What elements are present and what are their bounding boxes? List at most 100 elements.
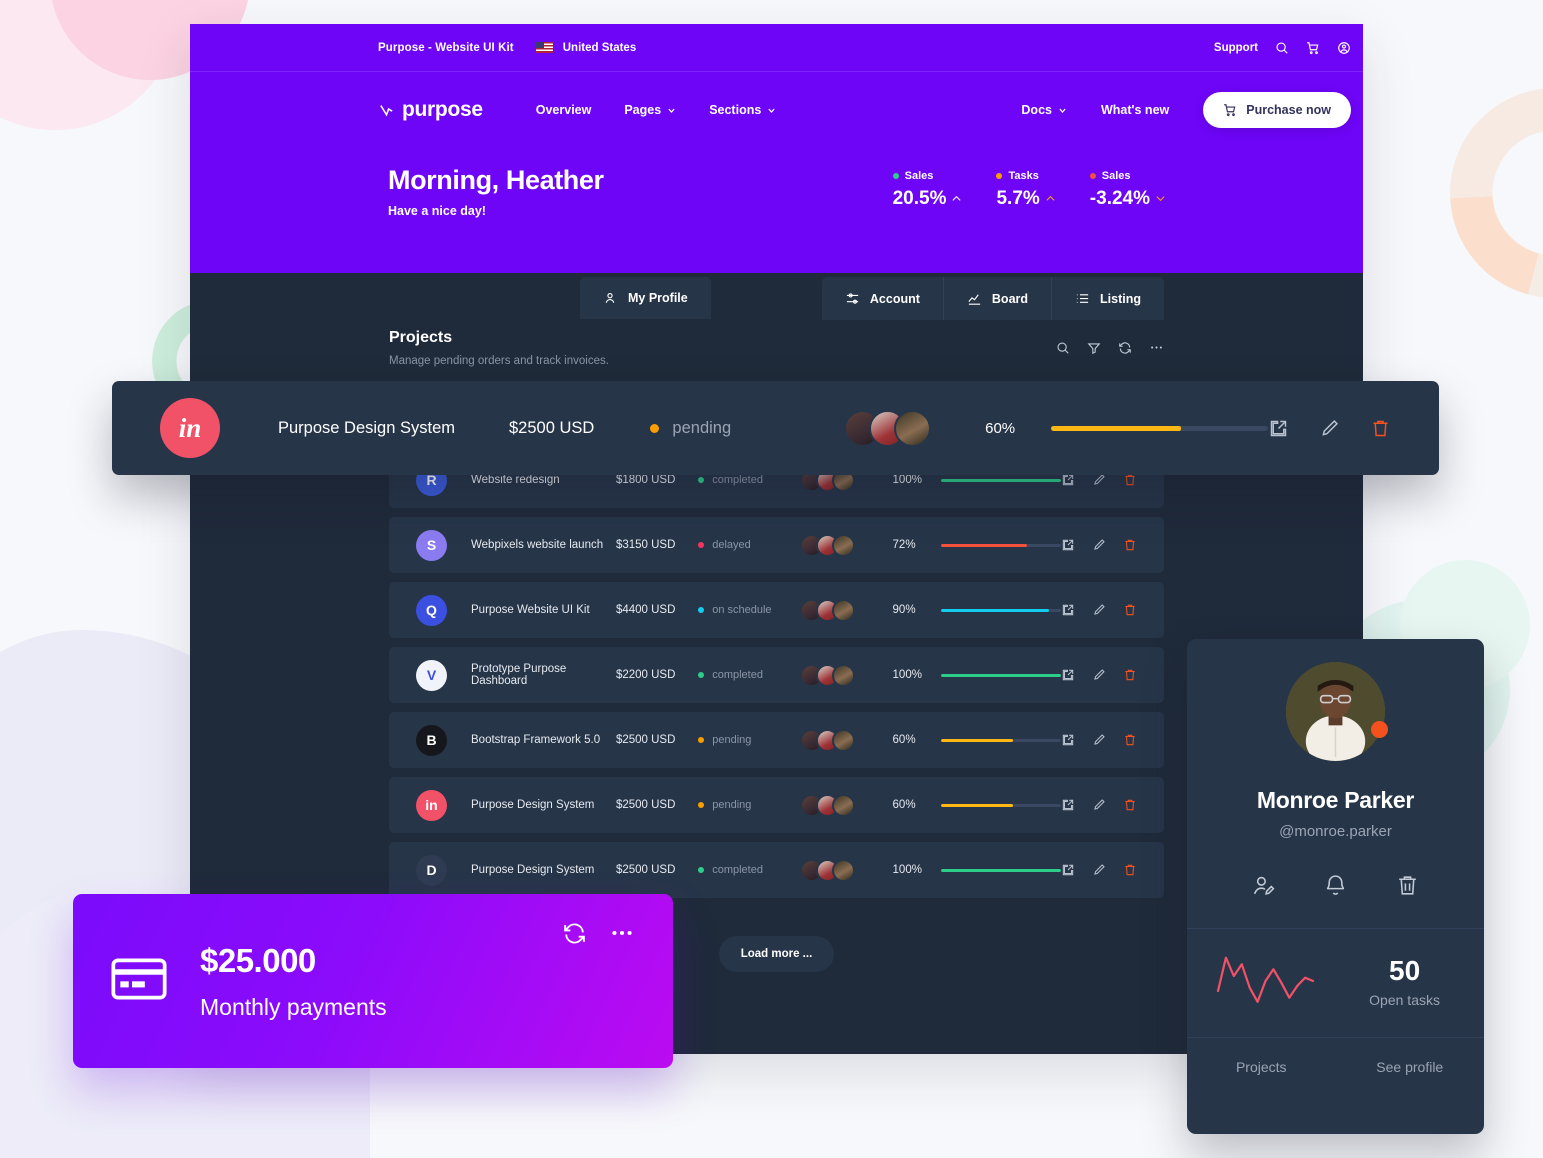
delete-icon[interactable] — [1123, 603, 1137, 617]
more-icon[interactable] — [1149, 340, 1164, 355]
payments-label: Monthly payments — [200, 993, 387, 1020]
delete-icon[interactable] — [1123, 668, 1137, 682]
nav-link-docs[interactable]: Docs — [1021, 103, 1067, 117]
profile-footer: Projects See profile — [1187, 1038, 1484, 1098]
main-navbar: purpose Overview Pages Sections Docs Wha… — [190, 72, 1363, 148]
delete-icon[interactable] — [1123, 798, 1137, 812]
featured-avatar-group[interactable] — [843, 409, 985, 447]
nav-link-pages[interactable]: Pages — [624, 103, 676, 117]
stat-value-text: 20.5% — [892, 188, 947, 209]
tab-account[interactable]: Account — [822, 277, 944, 320]
load-more-button[interactable]: Load more ... — [718, 936, 835, 972]
add-user-icon[interactable] — [1251, 873, 1276, 898]
avatar-group[interactable] — [800, 663, 892, 687]
progress-label: 100% — [892, 669, 922, 681]
project-budget: $4400 USD — [615, 604, 676, 616]
tab-account-label: Account — [869, 291, 920, 306]
row-actions — [1061, 668, 1137, 682]
delete-icon[interactable] — [1370, 418, 1391, 439]
nav-link-whats-new[interactable]: What's new — [1101, 103, 1169, 117]
external-link-icon[interactable] — [1061, 798, 1075, 812]
avatar — [1286, 662, 1388, 761]
nav-link-overview[interactable]: Overview — [536, 103, 592, 117]
filter-icon[interactable] — [1087, 341, 1101, 355]
nav-link-overview-label: Overview — [535, 103, 592, 117]
table-row[interactable]: Q Purpose Website UI Kit $4400 USD on sched… — [389, 582, 1164, 638]
profile-footer-projects[interactable]: Projects — [1187, 1059, 1336, 1075]
nav-link-sections[interactable]: Sections — [709, 103, 776, 117]
external-link-icon[interactable] — [1061, 668, 1075, 682]
external-link-icon[interactable] — [1061, 538, 1075, 552]
my-profile-button[interactable]: My Profile — [580, 277, 711, 319]
table-row[interactable]: in Purpose Design System $2500 USD pending 6… — [389, 777, 1164, 833]
avatar-group[interactable] — [800, 598, 892, 622]
delete-icon[interactable] — [1123, 473, 1137, 487]
invision-logo-icon: in — [160, 398, 220, 458]
edit-icon[interactable] — [1092, 798, 1106, 812]
brand-logo[interactable]: purpose — [378, 98, 483, 122]
edit-icon[interactable] — [1092, 603, 1106, 617]
table-row[interactable]: D Purpose Design System $2500 USD completed… — [389, 842, 1164, 898]
table-row[interactable]: B Bootstrap Framework 5.0 $2500 USD pending… — [389, 712, 1164, 768]
monthly-payments-card[interactable]: $25.000 Monthly payments — [73, 894, 673, 1068]
external-link-icon[interactable] — [1061, 863, 1075, 877]
avatar-group[interactable] — [800, 793, 892, 817]
chevron-down-icon — [767, 106, 776, 115]
tab-listing[interactable]: Listing — [1052, 277, 1164, 320]
project-logo-icon: D — [416, 854, 447, 886]
greeting-title: Morning, Heather — [388, 165, 604, 195]
chevron-down-icon — [1058, 106, 1067, 115]
status-dot — [650, 423, 660, 433]
refresh-icon[interactable] — [562, 921, 587, 946]
progress-fill — [940, 608, 1049, 612]
tab-board[interactable]: Board — [944, 277, 1053, 320]
avatar-group[interactable] — [800, 858, 892, 882]
cart-icon — [1223, 103, 1237, 117]
search-icon[interactable] — [1056, 341, 1070, 355]
external-link-icon[interactable] — [1268, 418, 1289, 439]
row-actions — [1061, 473, 1137, 487]
refresh-icon[interactable] — [1118, 341, 1132, 355]
delete-icon[interactable] — [1123, 863, 1137, 877]
project-logo-icon: V — [416, 659, 447, 691]
delete-icon[interactable] — [1123, 538, 1137, 552]
progress-label: 60% — [892, 734, 916, 746]
progress: 60% — [893, 734, 1061, 746]
stat-sales-2: Sales -3.24% — [1089, 170, 1166, 210]
bell-icon[interactable] — [1323, 873, 1348, 898]
table-row[interactable]: S Webpixels website launch $3150 USD delaye… — [389, 517, 1164, 573]
avatar — [832, 533, 856, 557]
more-icon[interactable] — [609, 920, 635, 946]
edit-icon[interactable] — [1319, 418, 1340, 439]
avatar-group[interactable] — [800, 533, 892, 557]
avatar-group[interactable] — [800, 728, 892, 752]
projects-toolbar — [1056, 329, 1164, 355]
purchase-now-button[interactable]: Purchase now — [1203, 92, 1351, 128]
trash-icon[interactable] — [1395, 873, 1420, 898]
featured-project-card[interactable]: in Purpose Design System $2500 USD pendi… — [112, 381, 1439, 475]
chevron-down-icon — [667, 106, 676, 115]
project-name: Bootstrap Framework 5.0 — [471, 734, 601, 746]
row-actions — [1061, 798, 1137, 812]
external-link-icon[interactable] — [1061, 473, 1075, 487]
delete-icon[interactable] — [1123, 733, 1137, 747]
cart-icon[interactable] — [1306, 41, 1320, 55]
project-budget: $3150 USD — [615, 539, 676, 551]
external-link-icon[interactable] — [1061, 603, 1075, 617]
account-icon[interactable] — [1337, 41, 1351, 55]
status-badge: completed — [698, 864, 800, 876]
edit-icon[interactable] — [1092, 733, 1106, 747]
edit-icon[interactable] — [1092, 538, 1106, 552]
avatar — [832, 793, 856, 817]
page-subtitle: Manage pending orders and track invoices… — [389, 355, 609, 367]
status-dot — [698, 542, 705, 548]
table-row[interactable]: V Prototype Purpose Dashboard $2200 USD com… — [389, 647, 1164, 703]
edit-icon[interactable] — [1092, 473, 1106, 487]
avatar-image — [1286, 662, 1385, 761]
edit-icon[interactable] — [1092, 668, 1106, 682]
search-icon[interactable] — [1275, 41, 1289, 55]
edit-icon[interactable] — [1092, 863, 1106, 877]
external-link-icon[interactable] — [1061, 733, 1075, 747]
support-link[interactable]: Support — [1214, 42, 1258, 54]
profile-footer-see-profile[interactable]: See profile — [1336, 1059, 1485, 1075]
